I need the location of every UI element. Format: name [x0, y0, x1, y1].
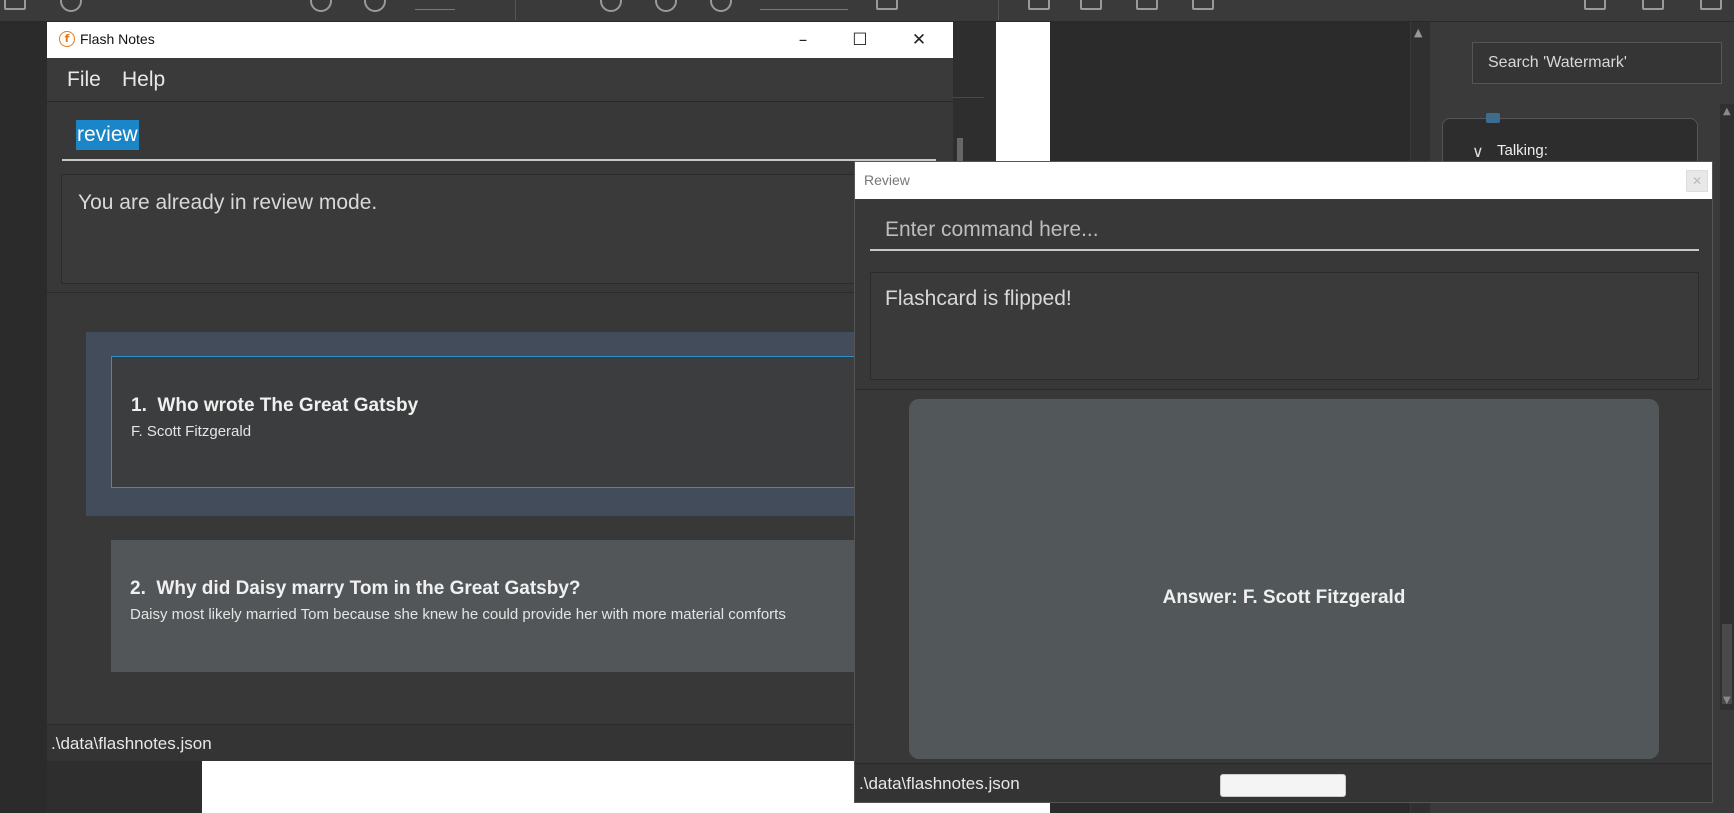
search-input[interactable]: Search 'Watermark'	[1472, 42, 1722, 84]
chevron-down-icon[interactable]: ∨	[1472, 142, 1484, 161]
command-input[interactable]	[870, 211, 1699, 251]
command-input-underline	[62, 159, 936, 161]
circle-tool-icon[interactable]	[310, 0, 332, 12]
maximize-button[interactable]: ☐	[838, 26, 882, 54]
status-button[interactable]	[1220, 774, 1346, 797]
circle-tool-icon[interactable]	[600, 0, 622, 12]
sign-icon[interactable]	[1136, 0, 1158, 10]
review-window: Review ✕ Flashcard is flipped! Answer: F…	[855, 162, 1712, 802]
circle-tool-icon[interactable]	[655, 0, 677, 12]
toolbar-field[interactable]	[415, 0, 455, 10]
right-panel-scrollbar[interactable]	[1720, 104, 1734, 710]
search-icon[interactable]	[60, 0, 82, 12]
command-box: review	[47, 103, 953, 179]
background-left-strip	[0, 22, 47, 813]
scrollbar-thumb[interactable]	[1722, 624, 1732, 704]
minimize-icon: –	[798, 30, 808, 50]
result-display: You are already in review mode.	[61, 174, 953, 284]
flashcard-question: 2. Why did Daisy marry Tom in the Great …	[130, 578, 581, 600]
command-input[interactable]: review	[76, 120, 139, 150]
menu-icon[interactable]	[1700, 0, 1722, 10]
flashcard-item[interactable]: 1. Who wrote The Great Gatsby F. Scott F…	[111, 356, 953, 488]
result-text: You are already in review mode.	[78, 191, 378, 214]
menu-file[interactable]: File	[67, 68, 101, 92]
flashcard-question-text: Who wrote The Great Gatsby	[157, 395, 419, 416]
status-bar: .\data\flashnotes.json	[47, 724, 953, 761]
status-file-path: .\data\flashnotes.json	[51, 734, 212, 753]
comment-icon[interactable]	[1028, 0, 1050, 10]
title-bar[interactable]: Review ✕	[855, 162, 1712, 199]
command-box	[855, 199, 1712, 269]
flashcard-question-text: Why did Daisy marry Tom in the Great Gat…	[156, 578, 581, 599]
close-icon: ✕	[1691, 174, 1703, 188]
flashcard-answer: Daisy most likely married Tom because sh…	[130, 606, 786, 623]
maximize-icon: ☐	[852, 30, 868, 50]
window-icon[interactable]	[1642, 0, 1664, 10]
flashcard-question: 1. Who wrote The Great Gatsby	[131, 395, 418, 417]
window-title: Flash Notes	[80, 31, 155, 47]
edit-icon[interactable]	[1192, 0, 1214, 10]
scroll-up-icon[interactable]: ▲	[1723, 106, 1731, 117]
flashcard-answer: F. Scott Fitzgerald	[131, 423, 252, 440]
fit-width-icon[interactable]	[876, 0, 898, 10]
background-toolbar	[0, 0, 1734, 22]
title-bar[interactable]: f Flash Notes – ☐ ✕	[47, 22, 953, 58]
status-file-path: .\data\flashnotes.json	[859, 774, 1020, 793]
window-title: Review	[864, 172, 910, 188]
app-logo-icon: f	[59, 31, 75, 47]
toolbar-separator	[515, 0, 516, 20]
scroll-up-icon[interactable]: ▲	[1414, 26, 1422, 39]
flashcard-list: 1. Who wrote The Great Gatsby F. Scott F…	[47, 292, 953, 724]
review-flashcard[interactable]: Answer: F. Scott Fitzgerald	[909, 399, 1659, 759]
user-icon[interactable]	[1584, 0, 1606, 10]
circle-tool-icon[interactable]	[364, 0, 386, 12]
result-text: Flashcard is flipped!	[885, 287, 1072, 310]
toolbar-separator	[998, 0, 999, 20]
status-bar: .\data\flashnotes.json	[855, 763, 1712, 802]
document-page	[996, 22, 1050, 162]
highlight-icon[interactable]	[1080, 0, 1102, 10]
home-icon[interactable]	[4, 0, 26, 10]
close-button[interactable]: ✕	[897, 26, 941, 54]
minimize-button[interactable]: –	[781, 26, 825, 54]
circle-tool-icon[interactable]	[710, 0, 732, 12]
close-button[interactable]: ✕	[1686, 170, 1708, 192]
flash-notes-window: f Flash Notes – ☐ ✕ File Help review You…	[47, 22, 953, 761]
background-panel-frame	[952, 24, 984, 98]
review-card-area: Answer: F. Scott Fitzgerald	[855, 389, 1712, 761]
flashcard-item[interactable]: 2. Why did Daisy marry Tom in the Great …	[111, 540, 953, 672]
toolbar-field[interactable]	[760, 0, 848, 10]
menu-help[interactable]: Help	[122, 68, 165, 92]
flashcard-answer: Answer: F. Scott Fitzgerald	[1162, 587, 1406, 608]
close-icon: ✕	[911, 30, 927, 50]
document-icon	[1486, 113, 1500, 123]
menu-bar: File Help	[47, 58, 953, 102]
result-display: Flashcard is flipped!	[870, 272, 1699, 380]
talking-label: Talking:	[1497, 142, 1548, 159]
flashcard-index: 1.	[131, 395, 147, 416]
flashcard-index: 2.	[130, 578, 146, 599]
scroll-down-icon[interactable]: ▼	[1723, 695, 1731, 706]
